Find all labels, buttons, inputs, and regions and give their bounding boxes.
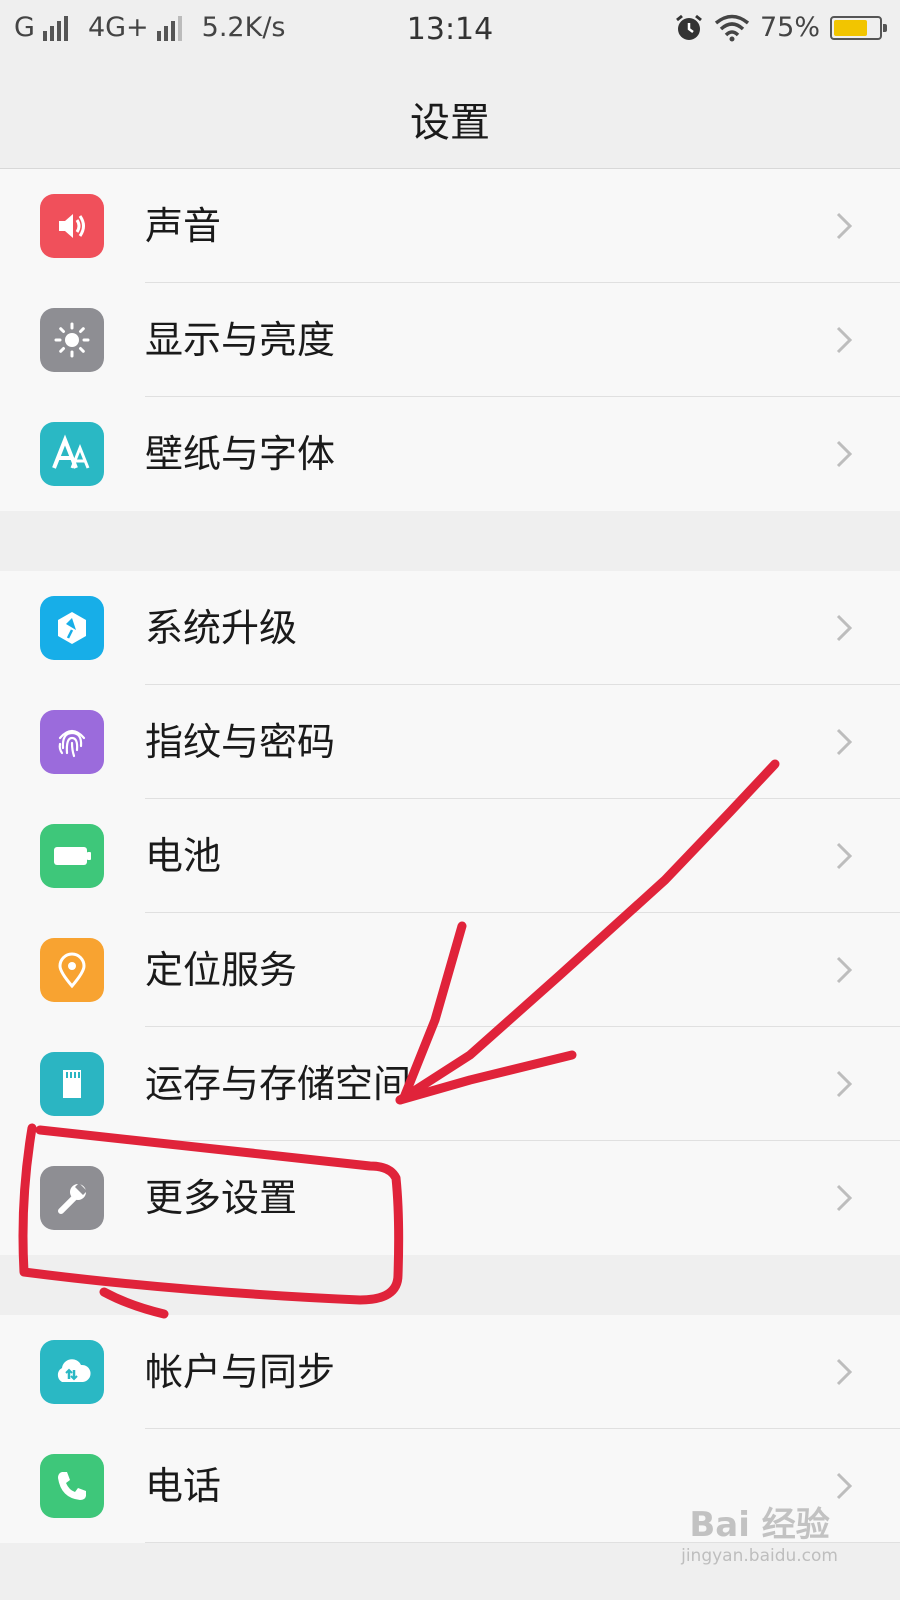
- settings-item-label: 壁纸与字体: [145, 432, 336, 476]
- chevron-right-icon: [836, 326, 853, 354]
- chevron-right-icon: [836, 1358, 853, 1386]
- page-title: 设置: [410, 100, 490, 146]
- watermark: Bai 经验 jingyan.baidu.com: [681, 1497, 838, 1566]
- chevron-right-icon: [836, 728, 853, 756]
- chevron-right-icon: [836, 1070, 853, 1098]
- speaker-icon: [40, 194, 104, 258]
- settings-item-label: 帐户与同步: [145, 1350, 336, 1394]
- settings-item-label: 电池: [145, 834, 222, 878]
- settings-item-label: 运存与存储空间: [145, 1062, 412, 1106]
- settings-item-label: 指纹与密码: [145, 720, 336, 764]
- settings-item-memory-storage[interactable]: 运存与存储空间: [0, 1027, 900, 1141]
- chevron-right-icon: [836, 1184, 853, 1212]
- settings-item-label: 系统升级: [145, 606, 298, 650]
- cloud-sync-icon: [40, 1340, 104, 1404]
- watermark-brand: Bai 经验: [689, 1505, 830, 1545]
- watermark-url: jingyan.baidu.com: [681, 1546, 838, 1566]
- settings-item-display-brightness[interactable]: 显示与亮度: [0, 283, 900, 397]
- chevron-right-icon: [836, 212, 853, 240]
- settings-item-wallpaper-font[interactable]: 壁纸与字体: [0, 397, 900, 511]
- settings-group-1: 声音 显示与亮度 壁纸与字体: [0, 169, 900, 511]
- settings-item-more-settings[interactable]: 更多设置: [0, 1141, 900, 1255]
- wifi-icon: [714, 14, 750, 41]
- battery-status-icon: [830, 15, 887, 40]
- fingerprint-icon: [40, 710, 104, 774]
- storage-icon: [40, 1052, 104, 1116]
- settings-item-sound[interactable]: 声音: [0, 169, 900, 283]
- settings-item-label: 电话: [145, 1464, 222, 1508]
- status-right: 75%: [674, 12, 887, 43]
- title-bar: 设置: [0, 62, 900, 169]
- system-update-icon: [40, 596, 104, 660]
- brightness-icon: [40, 308, 104, 372]
- settings-item-system-update[interactable]: 系统升级: [0, 571, 900, 685]
- chevron-right-icon: [836, 842, 853, 870]
- settings-item-label: 声音: [145, 204, 222, 248]
- chevron-right-icon: [836, 440, 853, 468]
- settings-item-label: 显示与亮度: [145, 318, 336, 362]
- alarm-icon: [676, 14, 702, 40]
- settings-group-2: 系统升级 指纹与密码 电池 定位服务 运存与存储空间 更多设置: [0, 571, 900, 1255]
- chevron-right-icon: [836, 614, 853, 642]
- settings-item-account-sync[interactable]: 帐户与同步: [0, 1315, 900, 1429]
- location-icon: [40, 938, 104, 1002]
- wrench-icon: [40, 1166, 104, 1230]
- settings-item-label: 更多设置: [145, 1176, 298, 1220]
- settings-item-location[interactable]: 定位服务: [0, 913, 900, 1027]
- battery-percent: 75%: [759, 12, 820, 43]
- chevron-right-icon: [836, 956, 853, 984]
- settings-item-label: 定位服务: [145, 948, 298, 992]
- battery-fill: [834, 19, 867, 36]
- battery-icon: [40, 824, 104, 888]
- font-icon: [40, 422, 104, 486]
- status-bar: G 4G+ 5.2K/s 13:14 75%: [0, 0, 900, 62]
- settings-item-fingerprint-password[interactable]: 指纹与密码: [0, 685, 900, 799]
- phone-icon: [40, 1454, 104, 1518]
- settings-item-battery[interactable]: 电池: [0, 799, 900, 913]
